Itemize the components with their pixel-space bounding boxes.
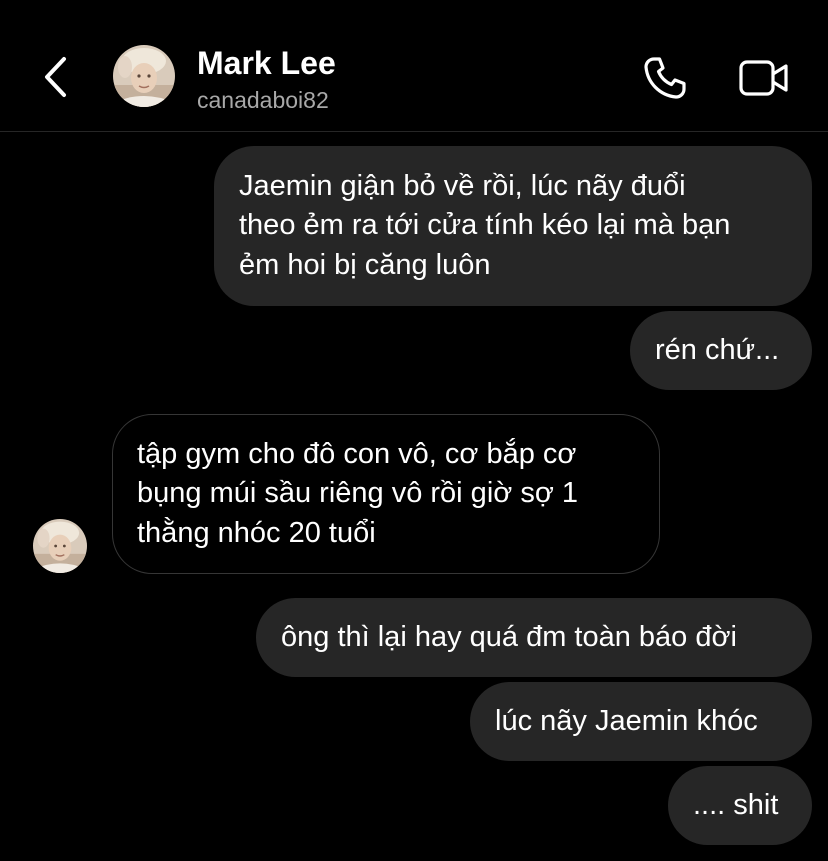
- phone-icon: [644, 57, 686, 99]
- profile-photo: [33, 519, 87, 573]
- message-bubble-sent[interactable]: Jaemin giận bỏ về rồi, lúc nãy đuổi theo…: [214, 146, 812, 306]
- sender-avatar[interactable]: [33, 519, 87, 573]
- chat-header: Mark Lee canadaboi82: [0, 0, 828, 132]
- avatar[interactable]: [113, 45, 175, 107]
- video-camera-icon: [739, 60, 788, 96]
- message-bubble-sent[interactable]: rén chứ...: [630, 311, 812, 390]
- call-button[interactable]: [637, 52, 693, 104]
- message-bubble-sent[interactable]: .... shit: [668, 766, 812, 845]
- contact-username[interactable]: canadaboi82: [197, 86, 329, 114]
- contact-name[interactable]: Mark Lee: [197, 44, 336, 82]
- message-bubble-received[interactable]: tập gym cho đô con vô, cơ bắp cơ bụng mú…: [112, 414, 660, 574]
- chevron-left-icon: [45, 57, 66, 97]
- message-bubble-sent[interactable]: lúc nãy Jaemin khóc: [470, 682, 812, 761]
- back-button[interactable]: [30, 52, 80, 102]
- message-bubble-sent[interactable]: ông thì lại hay quá đm toàn báo đời: [256, 598, 812, 677]
- profile-photo: [113, 45, 175, 107]
- video-call-button[interactable]: [734, 52, 794, 104]
